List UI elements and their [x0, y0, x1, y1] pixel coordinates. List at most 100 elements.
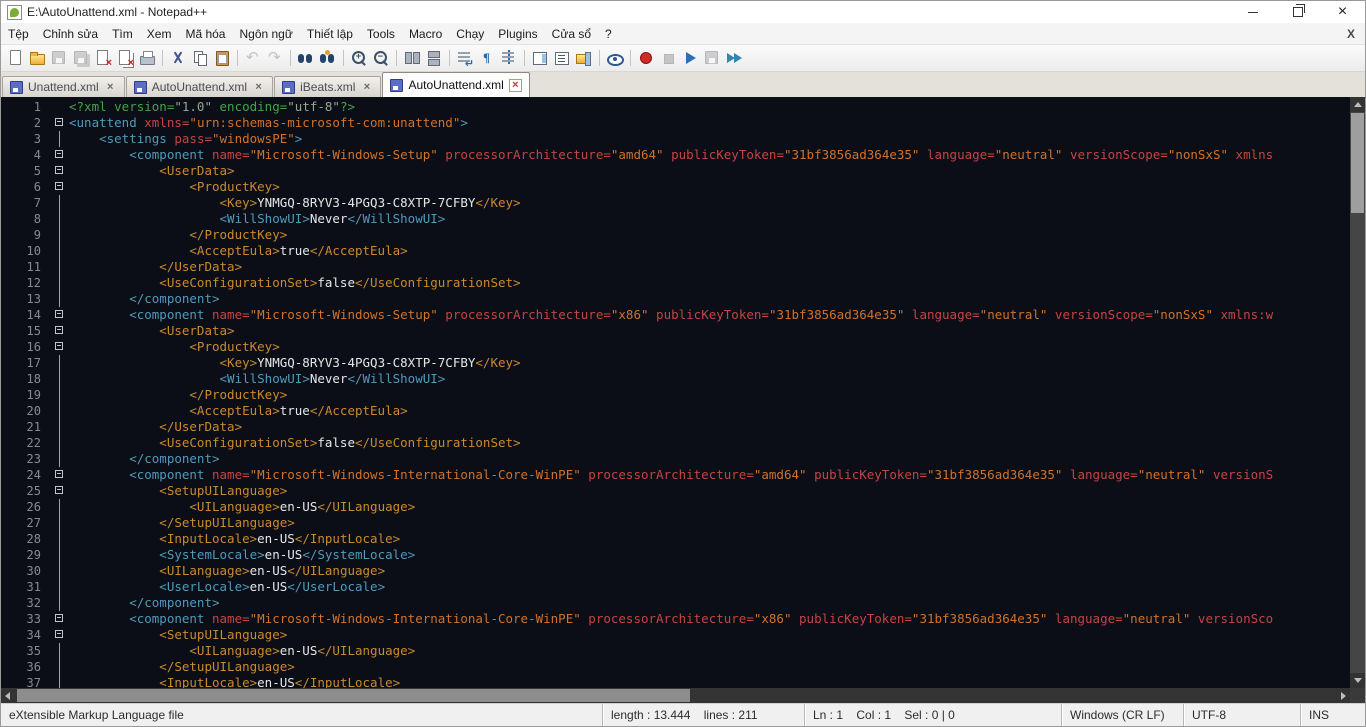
- tab-ibeats-xml[interactable]: iBeats.xml: [274, 76, 382, 97]
- fold-collapse-icon[interactable]: [51, 483, 69, 499]
- vertical-scroll-thumb[interactable]: [1351, 113, 1364, 213]
- code-line[interactable]: 25 <SetupUILanguage>: [1, 483, 1350, 499]
- menu-item-edit[interactable]: Chỉnh sửa: [36, 24, 105, 44]
- restore-button[interactable]: [1275, 1, 1320, 23]
- sync-vertical-scroll-icon[interactable]: [403, 49, 421, 67]
- code-line[interactable]: 9 </ProductKey>: [1, 227, 1350, 243]
- code-line[interactable]: 2 <unattend xmlns="urn:schemas-microsoft-…: [1, 115, 1350, 131]
- word-wrap-icon[interactable]: [456, 49, 474, 69]
- code-line[interactable]: 26 <UILanguage>en-US</UILanguage>: [1, 499, 1350, 515]
- code-line[interactable]: 37 <InputLocale>en-US</InputLocale>: [1, 675, 1350, 688]
- code-line[interactable]: 21 </UserData>: [1, 419, 1350, 435]
- fold-collapse-icon[interactable]: [51, 163, 69, 179]
- code-line[interactable]: 14 <component name="Microsoft-Windows-Se…: [1, 307, 1350, 323]
- monitoring-icon[interactable]: [606, 49, 624, 67]
- menu-item-search[interactable]: Tìm: [105, 24, 140, 44]
- vertical-scrollbar[interactable]: [1350, 97, 1365, 688]
- minimize-button[interactable]: [1230, 1, 1275, 23]
- tab-unattend-xml[interactable]: Unattend.xml: [2, 76, 125, 97]
- code-line[interactable]: 34 <SetupUILanguage>: [1, 627, 1350, 643]
- menu-item-language[interactable]: Ngôn ngữ: [232, 24, 299, 44]
- zoom-in-icon[interactable]: [350, 49, 368, 67]
- fold-collapse-icon[interactable]: [51, 627, 69, 643]
- menu-item-help[interactable]: ?: [598, 24, 619, 44]
- code-line[interactable]: 22 <UseConfigurationSet>false</UseConfig…: [1, 435, 1350, 451]
- menu-item-encoding[interactable]: Mã hóa: [178, 24, 232, 44]
- fold-collapse-icon[interactable]: [51, 307, 69, 323]
- play-macro-icon[interactable]: [681, 49, 699, 67]
- menu-item-view[interactable]: Xem: [140, 24, 179, 44]
- run-macro-multiple-times-icon[interactable]: [725, 49, 743, 67]
- code-line[interactable]: 8 <WillShowUI>Never</WillShowUI>: [1, 211, 1350, 227]
- show-all-characters-icon[interactable]: [478, 49, 496, 67]
- menu-item-window[interactable]: Cửa sổ: [545, 24, 598, 44]
- print-icon[interactable]: [138, 49, 156, 67]
- replace-icon[interactable]: [319, 49, 337, 67]
- fold-collapse-icon[interactable]: [51, 611, 69, 627]
- code-line[interactable]: 20 <AcceptEula>true</AcceptEula>: [1, 403, 1350, 419]
- code-line[interactable]: 16 <ProductKey>: [1, 339, 1350, 355]
- tab-close-button[interactable]: [252, 81, 265, 94]
- tab-close-button[interactable]: [104, 81, 117, 94]
- copy-icon[interactable]: [191, 49, 209, 67]
- horizontal-scroll-track[interactable]: [16, 688, 1335, 703]
- horizontal-scroll-thumb[interactable]: [17, 689, 690, 702]
- code-line[interactable]: 13 </component>: [1, 291, 1350, 307]
- code-line[interactable]: 31 <UserLocale>en-US</UserLocale>: [1, 579, 1350, 595]
- status-encoding[interactable]: UTF-8: [1183, 704, 1300, 726]
- indent-guide-icon[interactable]: [500, 49, 518, 67]
- scroll-left-button[interactable]: [1, 688, 16, 703]
- zoom-out-icon[interactable]: [372, 49, 390, 67]
- code-line[interactable]: 3 <settings pass="windowsPE">: [1, 131, 1350, 147]
- code-line[interactable]: 12 <UseConfigurationSet>false</UseConfig…: [1, 275, 1350, 291]
- code-line[interactable]: 6 <ProductKey>: [1, 179, 1350, 195]
- fold-collapse-icon[interactable]: [51, 147, 69, 163]
- code-line[interactable]: 29 <SystemLocale>en-US</SystemLocale>: [1, 547, 1350, 563]
- code-line[interactable]: 27 </SetupUILanguage>: [1, 515, 1350, 531]
- code-line[interactable]: 17 <Key>YNMGQ-8RYV3-4PGQ3-C8XTP-7CFBY</K…: [1, 355, 1350, 371]
- scroll-down-button[interactable]: [1350, 673, 1365, 688]
- menu-item-settings[interactable]: Thiết lập: [300, 24, 360, 44]
- code-line[interactable]: 7 <Key>YNMGQ-8RYV3-4PGQ3-C8XTP-7CFBY</Ke…: [1, 195, 1350, 211]
- tab-close-button[interactable]: [360, 81, 373, 94]
- fold-collapse-icon[interactable]: [51, 323, 69, 339]
- code-line[interactable]: 32 </component>: [1, 595, 1350, 611]
- tab-close-button[interactable]: [508, 78, 522, 92]
- cut-icon[interactable]: [169, 49, 187, 67]
- menu-item-macro[interactable]: Macro: [402, 24, 449, 44]
- tab-autounattend-xml-2[interactable]: AutoUnattend.xml: [382, 72, 530, 97]
- code-line[interactable]: 33 <component name="Microsoft-Windows-In…: [1, 611, 1350, 627]
- menu-item-file[interactable]: Tệp: [1, 24, 36, 44]
- find-icon[interactable]: [297, 49, 315, 67]
- code-line[interactable]: 30 <UILanguage>en-US</UILanguage>: [1, 563, 1350, 579]
- code-line[interactable]: 11 </UserData>: [1, 259, 1350, 275]
- fold-collapse-icon[interactable]: [51, 467, 69, 483]
- fold-collapse-icon[interactable]: [51, 179, 69, 195]
- code-line[interactable]: 18 <WillShowUI>Never</WillShowUI>: [1, 371, 1350, 387]
- horizontal-scrollbar[interactable]: [1, 688, 1350, 703]
- menu-item-run[interactable]: Chạy: [449, 24, 491, 44]
- tab-autounattend-xml-1[interactable]: AutoUnattend.xml: [125, 76, 274, 97]
- code-region[interactable]: 1 <?xml version="1.0" encoding="utf-8"?> 2…: [1, 97, 1350, 688]
- code-line[interactable]: 4 <component name="Microsoft-Windows-Set…: [1, 147, 1350, 163]
- paste-icon[interactable]: [213, 49, 231, 67]
- close-file-icon[interactable]: [94, 49, 112, 69]
- record-macro-icon[interactable]: [637, 49, 655, 67]
- code-line[interactable]: 35 <UILanguage>en-US</UILanguage>: [1, 643, 1350, 659]
- code-line[interactable]: 1 <?xml version="1.0" encoding="utf-8"?>: [1, 99, 1350, 115]
- vertical-scroll-track[interactable]: [1350, 112, 1365, 673]
- close-all-icon[interactable]: [116, 49, 134, 69]
- close-button[interactable]: [1320, 1, 1365, 23]
- open-file-icon[interactable]: [28, 49, 46, 67]
- code-line[interactable]: 10 <AcceptEula>true</AcceptEula>: [1, 243, 1350, 259]
- code-line[interactable]: 24 <component name="Microsoft-Windows-In…: [1, 467, 1350, 483]
- fold-collapse-icon[interactable]: [51, 339, 69, 355]
- menu-item-plugins[interactable]: Plugins: [491, 24, 544, 44]
- scroll-up-button[interactable]: [1350, 97, 1365, 112]
- menu-item-tools[interactable]: Tools: [360, 24, 402, 44]
- status-eol-format[interactable]: Windows (CR LF): [1061, 704, 1183, 726]
- fold-collapse-icon[interactable]: [51, 115, 69, 131]
- code-line[interactable]: 5 <UserData>: [1, 163, 1350, 179]
- code-line[interactable]: 19 </ProductKey>: [1, 387, 1350, 403]
- document-map-icon[interactable]: [531, 49, 549, 67]
